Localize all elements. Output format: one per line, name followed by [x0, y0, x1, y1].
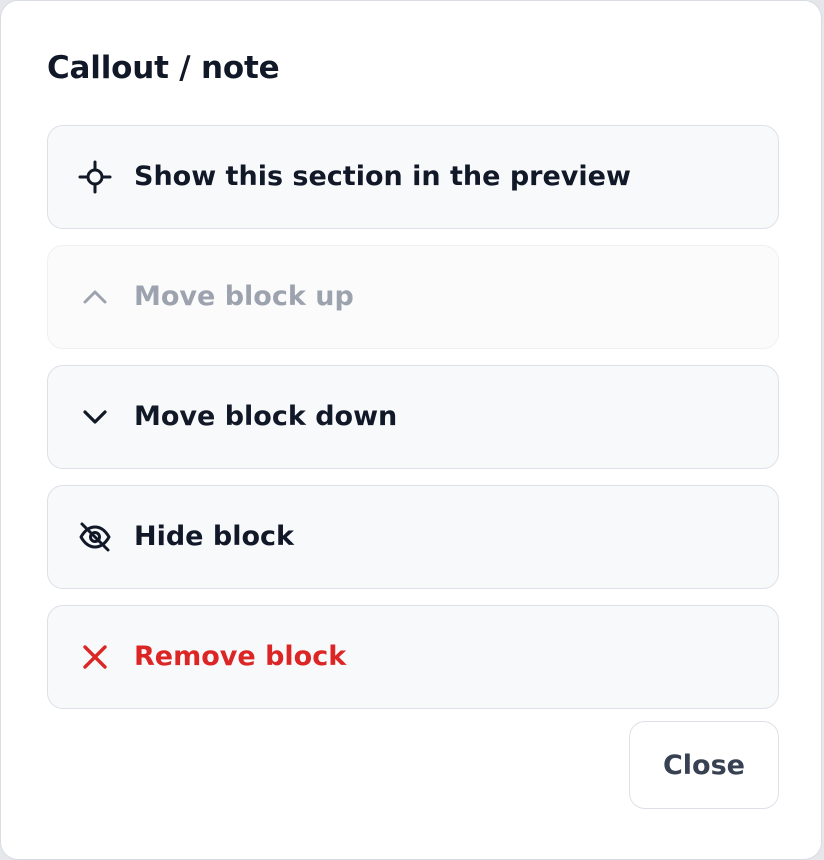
move-block-down-label: Move block down	[134, 400, 398, 432]
hide-block-label: Hide block	[134, 520, 294, 552]
show-in-preview-button[interactable]: Show this section in the preview	[47, 125, 779, 229]
hide-block-button[interactable]: Hide block	[47, 485, 779, 589]
chevron-up-icon	[78, 280, 112, 314]
remove-block-label: Remove block	[134, 640, 347, 672]
move-block-up-button[interactable]: Move block up	[47, 245, 779, 349]
show-in-preview-label: Show this section in the preview	[134, 160, 631, 192]
move-block-up-label: Move block up	[134, 280, 354, 312]
dialog-title: Callout / note	[47, 50, 280, 86]
action-sheet-dialog: Callout / note Show this section in the …	[0, 0, 822, 860]
move-block-down-button[interactable]: Move block down	[47, 365, 779, 469]
crosshair-icon	[78, 160, 112, 194]
eye-off-icon	[78, 520, 112, 554]
close-icon	[78, 640, 112, 674]
chevron-down-icon	[78, 400, 112, 434]
close-button[interactable]: Close	[629, 721, 779, 809]
remove-block-button[interactable]: Remove block	[47, 605, 779, 709]
